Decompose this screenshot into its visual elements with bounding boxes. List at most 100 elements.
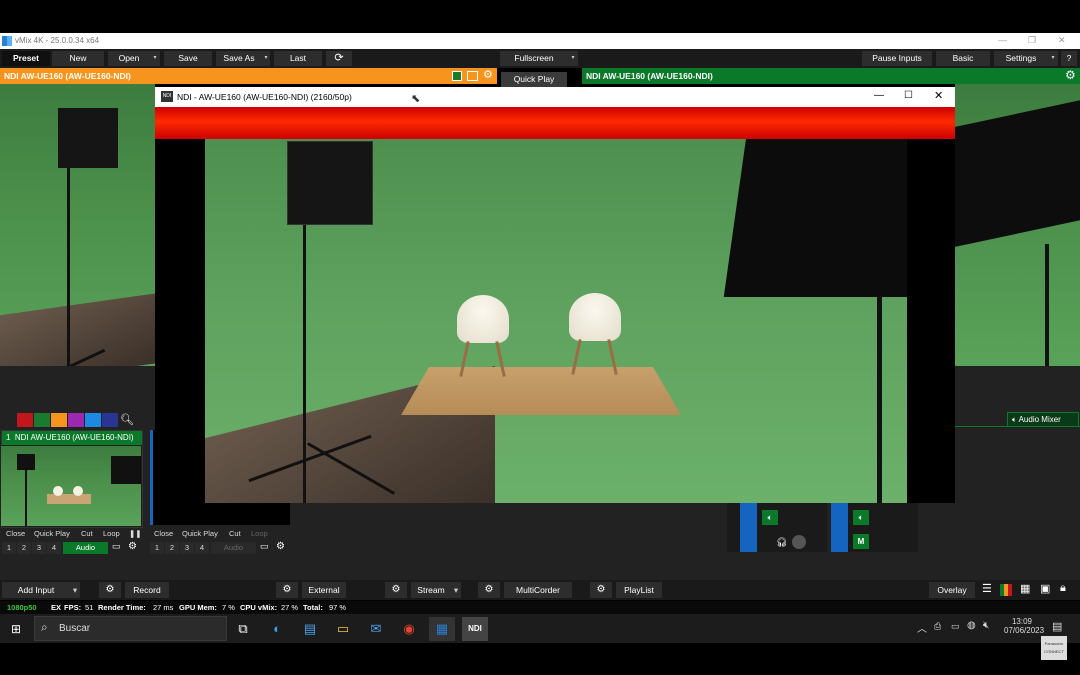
stream-gear-icon[interactable]: ⚙: [385, 582, 407, 598]
input-1-overlay-3[interactable]: 3: [32, 542, 46, 554]
vmix-taskbar-icon[interactable]: ▦: [429, 617, 455, 641]
stream-button[interactable]: Stream: [411, 582, 451, 598]
system-tray-chevron-icon[interactable]: ︿: [917, 620, 927, 635]
ndi-minimize-icon[interactable]: —: [874, 90, 884, 101]
input-2-quick-play[interactable]: Quick Play: [182, 529, 218, 538]
refresh-icon[interactable]: ⟳: [326, 51, 352, 66]
input-2-audio-button[interactable]: Audio: [211, 542, 256, 554]
input-1-cut[interactable]: Cut: [81, 529, 93, 538]
record-gear-icon[interactable]: ⚙: [99, 582, 121, 598]
fullscreen-button[interactable]: Fullscreen: [500, 51, 568, 66]
open-button[interactable]: Open: [108, 51, 150, 66]
new-button[interactable]: New: [52, 51, 104, 66]
fullscreen-dropdown-icon[interactable]: ▾: [568, 51, 578, 66]
help-button[interactable]: ?: [1061, 51, 1077, 66]
input-1-overlay-4[interactable]: 4: [47, 542, 61, 554]
snapshot-icon[interactable]: ▣: [1040, 582, 1050, 595]
chrome-icon[interactable]: ◉: [396, 617, 422, 641]
lock-icon[interactable]: 🔒︎: [1060, 582, 1066, 595]
playlist-gear-icon[interactable]: ⚙: [590, 582, 612, 598]
audio-mixer-button[interactable]: 🔈︎ Audio Mixer: [1007, 412, 1079, 427]
input-2-close[interactable]: Close: [154, 529, 173, 538]
color-filter-orange[interactable]: [51, 413, 67, 427]
taskbar-search-input[interactable]: Buscar: [34, 616, 227, 641]
clock[interactable]: 13:09 07/06/2023: [1004, 617, 1044, 635]
color-filter-red[interactable]: [17, 413, 33, 427]
input-2-cut[interactable]: Cut: [229, 529, 241, 538]
input-1-overlay-1[interactable]: 1: [2, 542, 16, 554]
battery-icon[interactable]: ▭: [951, 621, 960, 632]
save-as-dropdown-icon[interactable]: ▾: [262, 51, 270, 66]
notifications-icon[interactable]: ▤: [1052, 620, 1062, 633]
preset-button[interactable]: Preset: [2, 51, 50, 66]
input-2-monitor-icon[interactable]: ▭: [260, 541, 269, 552]
open-dropdown-icon[interactable]: ▾: [150, 51, 160, 66]
add-input-dropdown-icon[interactable]: ▾: [70, 582, 80, 598]
input-1-overlay-2[interactable]: 2: [17, 542, 31, 554]
color-tag-icon[interactable]: [452, 71, 462, 81]
search-icon[interactable]: 🔍︎: [120, 413, 134, 426]
ndi-close-icon[interactable]: ✕: [934, 89, 943, 102]
add-input-button[interactable]: Add Input: [2, 582, 70, 598]
save-button[interactable]: Save: [164, 51, 212, 66]
task-view-icon[interactable]: ⧉: [230, 617, 256, 641]
input-2-overlay-4[interactable]: 4: [195, 542, 209, 554]
input-2-overlay-3[interactable]: 3: [180, 542, 194, 554]
input-1-loop[interactable]: Loop: [103, 529, 120, 538]
input-2-gear-icon[interactable]: ⚙: [276, 541, 285, 552]
input-1-close[interactable]: Close: [6, 529, 25, 538]
multicorder-button[interactable]: MultiCorder: [504, 582, 572, 598]
multicorder-gear-icon[interactable]: ⚙: [478, 582, 500, 598]
external-gear-icon[interactable]: ⚙: [276, 582, 298, 598]
settings-button[interactable]: Settings: [994, 51, 1048, 66]
minimize-icon[interactable]: —: [998, 35, 1007, 45]
stream-dropdown-icon[interactable]: ▾: [451, 582, 461, 598]
save-as-button[interactable]: Save As: [216, 51, 262, 66]
record-button[interactable]: Record: [125, 582, 169, 598]
input-2-overlay-1[interactable]: 1: [150, 542, 164, 554]
input-1-gear-icon[interactable]: ⚙: [128, 541, 137, 552]
settings-dropdown-icon[interactable]: ▾: [1048, 51, 1058, 66]
audio-1-speaker-icon[interactable]: 🔈︎: [762, 510, 778, 525]
file-explorer-icon[interactable]: ▭: [330, 617, 356, 641]
audio-2-mute-button[interactable]: M: [853, 534, 869, 549]
color-filter-green[interactable]: [34, 413, 50, 427]
pause-inputs-button[interactable]: Pause Inputs: [862, 51, 932, 66]
audio-meter-icon[interactable]: [1000, 584, 1012, 596]
windows-start-icon[interactable]: ⊞: [3, 617, 29, 641]
input-1-pause-icon[interactable]: ❚❚: [129, 529, 142, 538]
tray-device-icon[interactable]: ⎙: [934, 621, 941, 632]
last-button[interactable]: Last: [274, 51, 322, 66]
overlay-button[interactable]: Overlay: [929, 582, 975, 598]
color-filter-purple[interactable]: [68, 413, 84, 427]
monitor-icon[interactable]: [467, 71, 478, 81]
volume-muted-icon[interactable]: 🔇︎: [983, 620, 989, 631]
headphones-icon[interactable]: 🎧︎: [776, 537, 787, 548]
network-globe-icon[interactable]: ◍: [967, 620, 976, 631]
input-1-quick-play[interactable]: Quick Play: [34, 529, 70, 538]
color-filter-navy[interactable]: [102, 413, 118, 427]
input-1-monitor-icon[interactable]: ▭: [112, 541, 121, 552]
input-2-loop[interactable]: Loop: [251, 529, 268, 538]
list-view-icon[interactable]: ☰: [982, 582, 992, 595]
restore-icon[interactable]: ❐: [1028, 35, 1036, 46]
close-icon[interactable]: ✕: [1058, 35, 1066, 46]
external-button[interactable]: External: [302, 582, 346, 598]
ndi-maximize-icon[interactable]: ☐: [904, 90, 913, 101]
ndi-taskbar-icon[interactable]: NDI: [462, 617, 488, 641]
audio-1-volume-knob[interactable]: [792, 535, 806, 549]
program-gear-icon[interactable]: ⚙: [1065, 68, 1076, 82]
input-2-overlay-2[interactable]: 2: [165, 542, 179, 554]
grid-view-icon[interactable]: ▦: [1020, 582, 1030, 595]
input-1-audio-button[interactable]: Audio: [63, 542, 108, 554]
basic-button[interactable]: Basic: [936, 51, 990, 66]
color-filter-blue[interactable]: [85, 413, 101, 427]
playlist-button[interactable]: PlayList: [616, 582, 662, 598]
preview-gear-icon[interactable]: ⚙: [483, 68, 493, 81]
store-icon[interactable]: ▤: [297, 617, 323, 641]
mail-icon[interactable]: ✉: [363, 617, 389, 641]
ndi-monitor-window[interactable]: NDI NDI - AW-UE160 (AW-UE160-NDI) (2160/…: [155, 87, 955, 503]
audio-2-speaker-icon[interactable]: 🔈︎: [853, 510, 869, 525]
edge-icon[interactable]: ◐: [264, 617, 290, 641]
ndi-window-title-bar[interactable]: NDI NDI - AW-UE160 (AW-UE160-NDI) (2160/…: [155, 87, 955, 107]
